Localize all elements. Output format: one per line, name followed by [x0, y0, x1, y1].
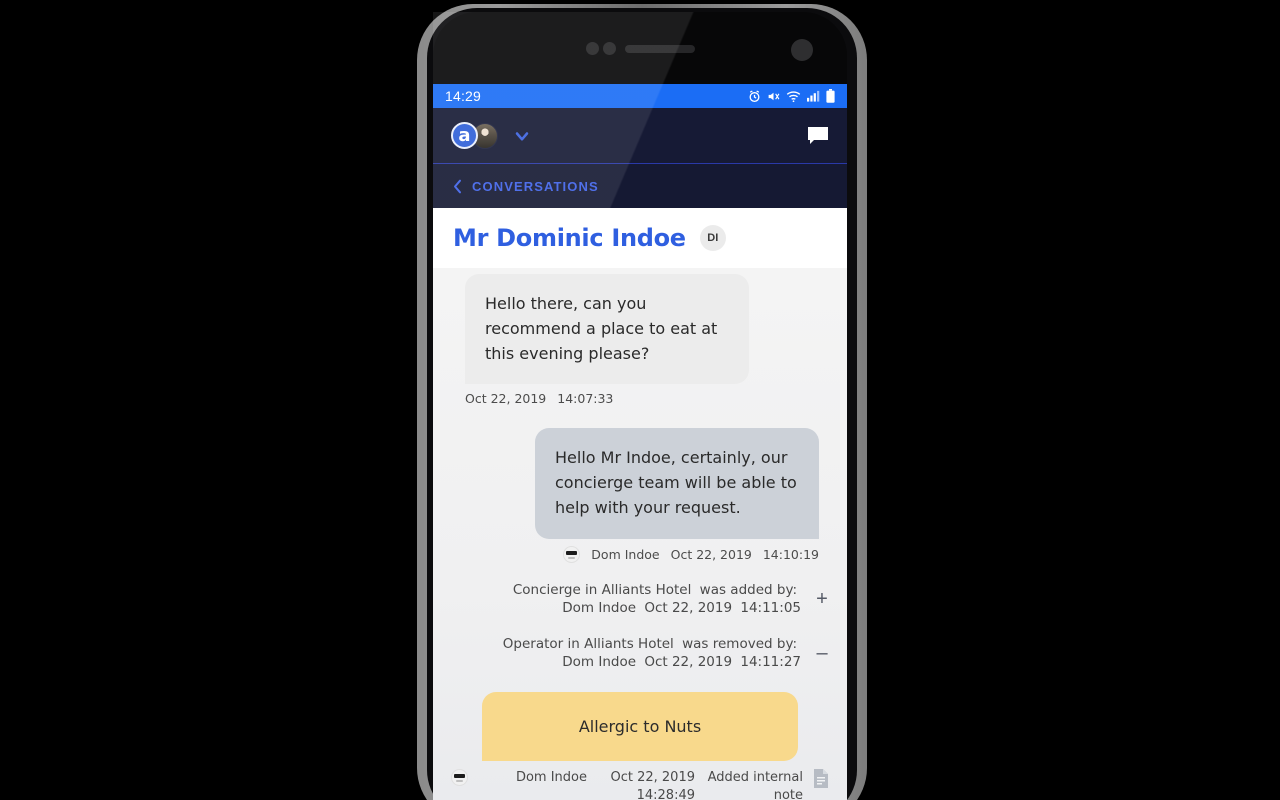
conversations-link[interactable]: CONVERSATIONS — [472, 179, 599, 194]
screenshot-stage: 14:29 a CONVERSATIONS Mr Dominic Indoe D… — [0, 0, 1280, 800]
status-time: 14:29 — [445, 88, 482, 104]
outgoing-bubble-wrap: Hello Mr Indoe, certainly, our concierge… — [453, 428, 827, 539]
event-text: Concierge in Alliants Hotel was added by… — [501, 581, 801, 617]
message-incoming: Hello there, can you recommend a place t… — [433, 274, 847, 406]
earpiece-speaker — [625, 45, 695, 53]
sunglasses-avatar-icon — [451, 768, 468, 786]
phone-top-bezel — [433, 12, 847, 84]
message-bubble: Hello there, can you recommend a place t… — [465, 274, 749, 385]
note-author: Dom Indoe — [515, 769, 587, 785]
message-time: 14:07:33 — [557, 391, 614, 407]
event-row: Operator in Alliants Hotel was removed b… — [433, 635, 847, 671]
signal-icon — [807, 90, 820, 102]
status-icons — [748, 89, 835, 103]
message-thread[interactable]: Hello there, can you recommend a place t… — [433, 268, 847, 800]
event-time: 14:11:27 — [740, 654, 801, 671]
sunglasses-avatar-icon — [563, 545, 581, 563]
event-subject: Operator in Alliants Hotel — [502, 636, 674, 653]
status-bar: 14:29 — [433, 84, 847, 108]
note-action: Added internal note — [707, 769, 803, 800]
event-subject: Concierge in Alliants Hotel — [512, 581, 692, 598]
message-meta: Dom Indoe Oct 22, 2019 14:10:19 — [453, 545, 819, 563]
wifi-icon — [786, 90, 801, 103]
message-date: Oct 22, 2019 — [465, 391, 547, 407]
event-action: was added by: — [699, 581, 797, 598]
event-time: 14:11:05 — [740, 600, 801, 616]
message-outgoing: Hello Mr Indoe, certainly, our concierge… — [433, 428, 847, 563]
brand-cluster[interactable]: a — [451, 122, 532, 149]
app-bar: a — [433, 108, 847, 164]
event-row: Concierge in Alliants Hotel was added by… — [433, 581, 847, 617]
mute-icon — [767, 90, 780, 103]
contact-initials-badge: DI — [699, 225, 726, 251]
message-date: Oct 22, 2019 — [670, 546, 752, 562]
event-text: Operator in Alliants Hotel was removed b… — [501, 635, 801, 671]
sensor-dot-icon — [603, 42, 616, 55]
message-bubble: Hello Mr Indoe, certainly, our concierge… — [535, 428, 819, 539]
chat-bubble-icon[interactable] — [807, 126, 829, 146]
note-date: Oct 22, 2019 — [610, 769, 696, 785]
message-author: Dom Indoe — [591, 546, 660, 562]
minus-icon: – — [816, 642, 828, 665]
chevron-down-icon[interactable] — [512, 126, 532, 146]
message-time: 14:10:19 — [762, 546, 819, 562]
note-time: 14:28:49 — [636, 787, 695, 800]
alarm-icon — [748, 90, 761, 103]
battery-icon — [826, 89, 835, 103]
note-avatar-cell — [451, 768, 479, 792]
message-meta: Oct 22, 2019 14:07:33 — [465, 391, 827, 406]
chevron-left-icon[interactable] — [451, 179, 464, 194]
event-actor: Dom Indoe — [562, 600, 637, 616]
event-date: Oct 22, 2019 — [644, 600, 733, 616]
document-icon[interactable] — [803, 768, 829, 794]
sensor-dot-icon — [586, 42, 599, 55]
front-camera-icon — [791, 39, 813, 61]
note-meta: Dom Indoe Oct 22, 2019 14:28:49 Added in… — [433, 761, 847, 800]
event-date: Oct 22, 2019 — [644, 654, 733, 671]
note-timestamp: Oct 22, 2019 14:28:49 — [587, 769, 696, 800]
phone-screen: 14:29 a CONVERSATIONS Mr Dominic Indoe D… — [433, 84, 847, 800]
internal-note[interactable]: Allergic to Nuts — [433, 691, 847, 761]
note-card[interactable]: Allergic to Nuts — [482, 691, 798, 761]
page-title: Mr Dominic Indoe — [453, 224, 686, 252]
event-actor: Dom Indoe — [562, 654, 637, 671]
app-logo-icon[interactable]: a — [451, 122, 478, 149]
plus-icon: + — [816, 588, 828, 610]
event-action: was removed by: — [682, 636, 797, 653]
breadcrumb[interactable]: CONVERSATIONS — [433, 164, 847, 208]
conversation-header: Mr Dominic Indoe DI — [433, 208, 847, 268]
